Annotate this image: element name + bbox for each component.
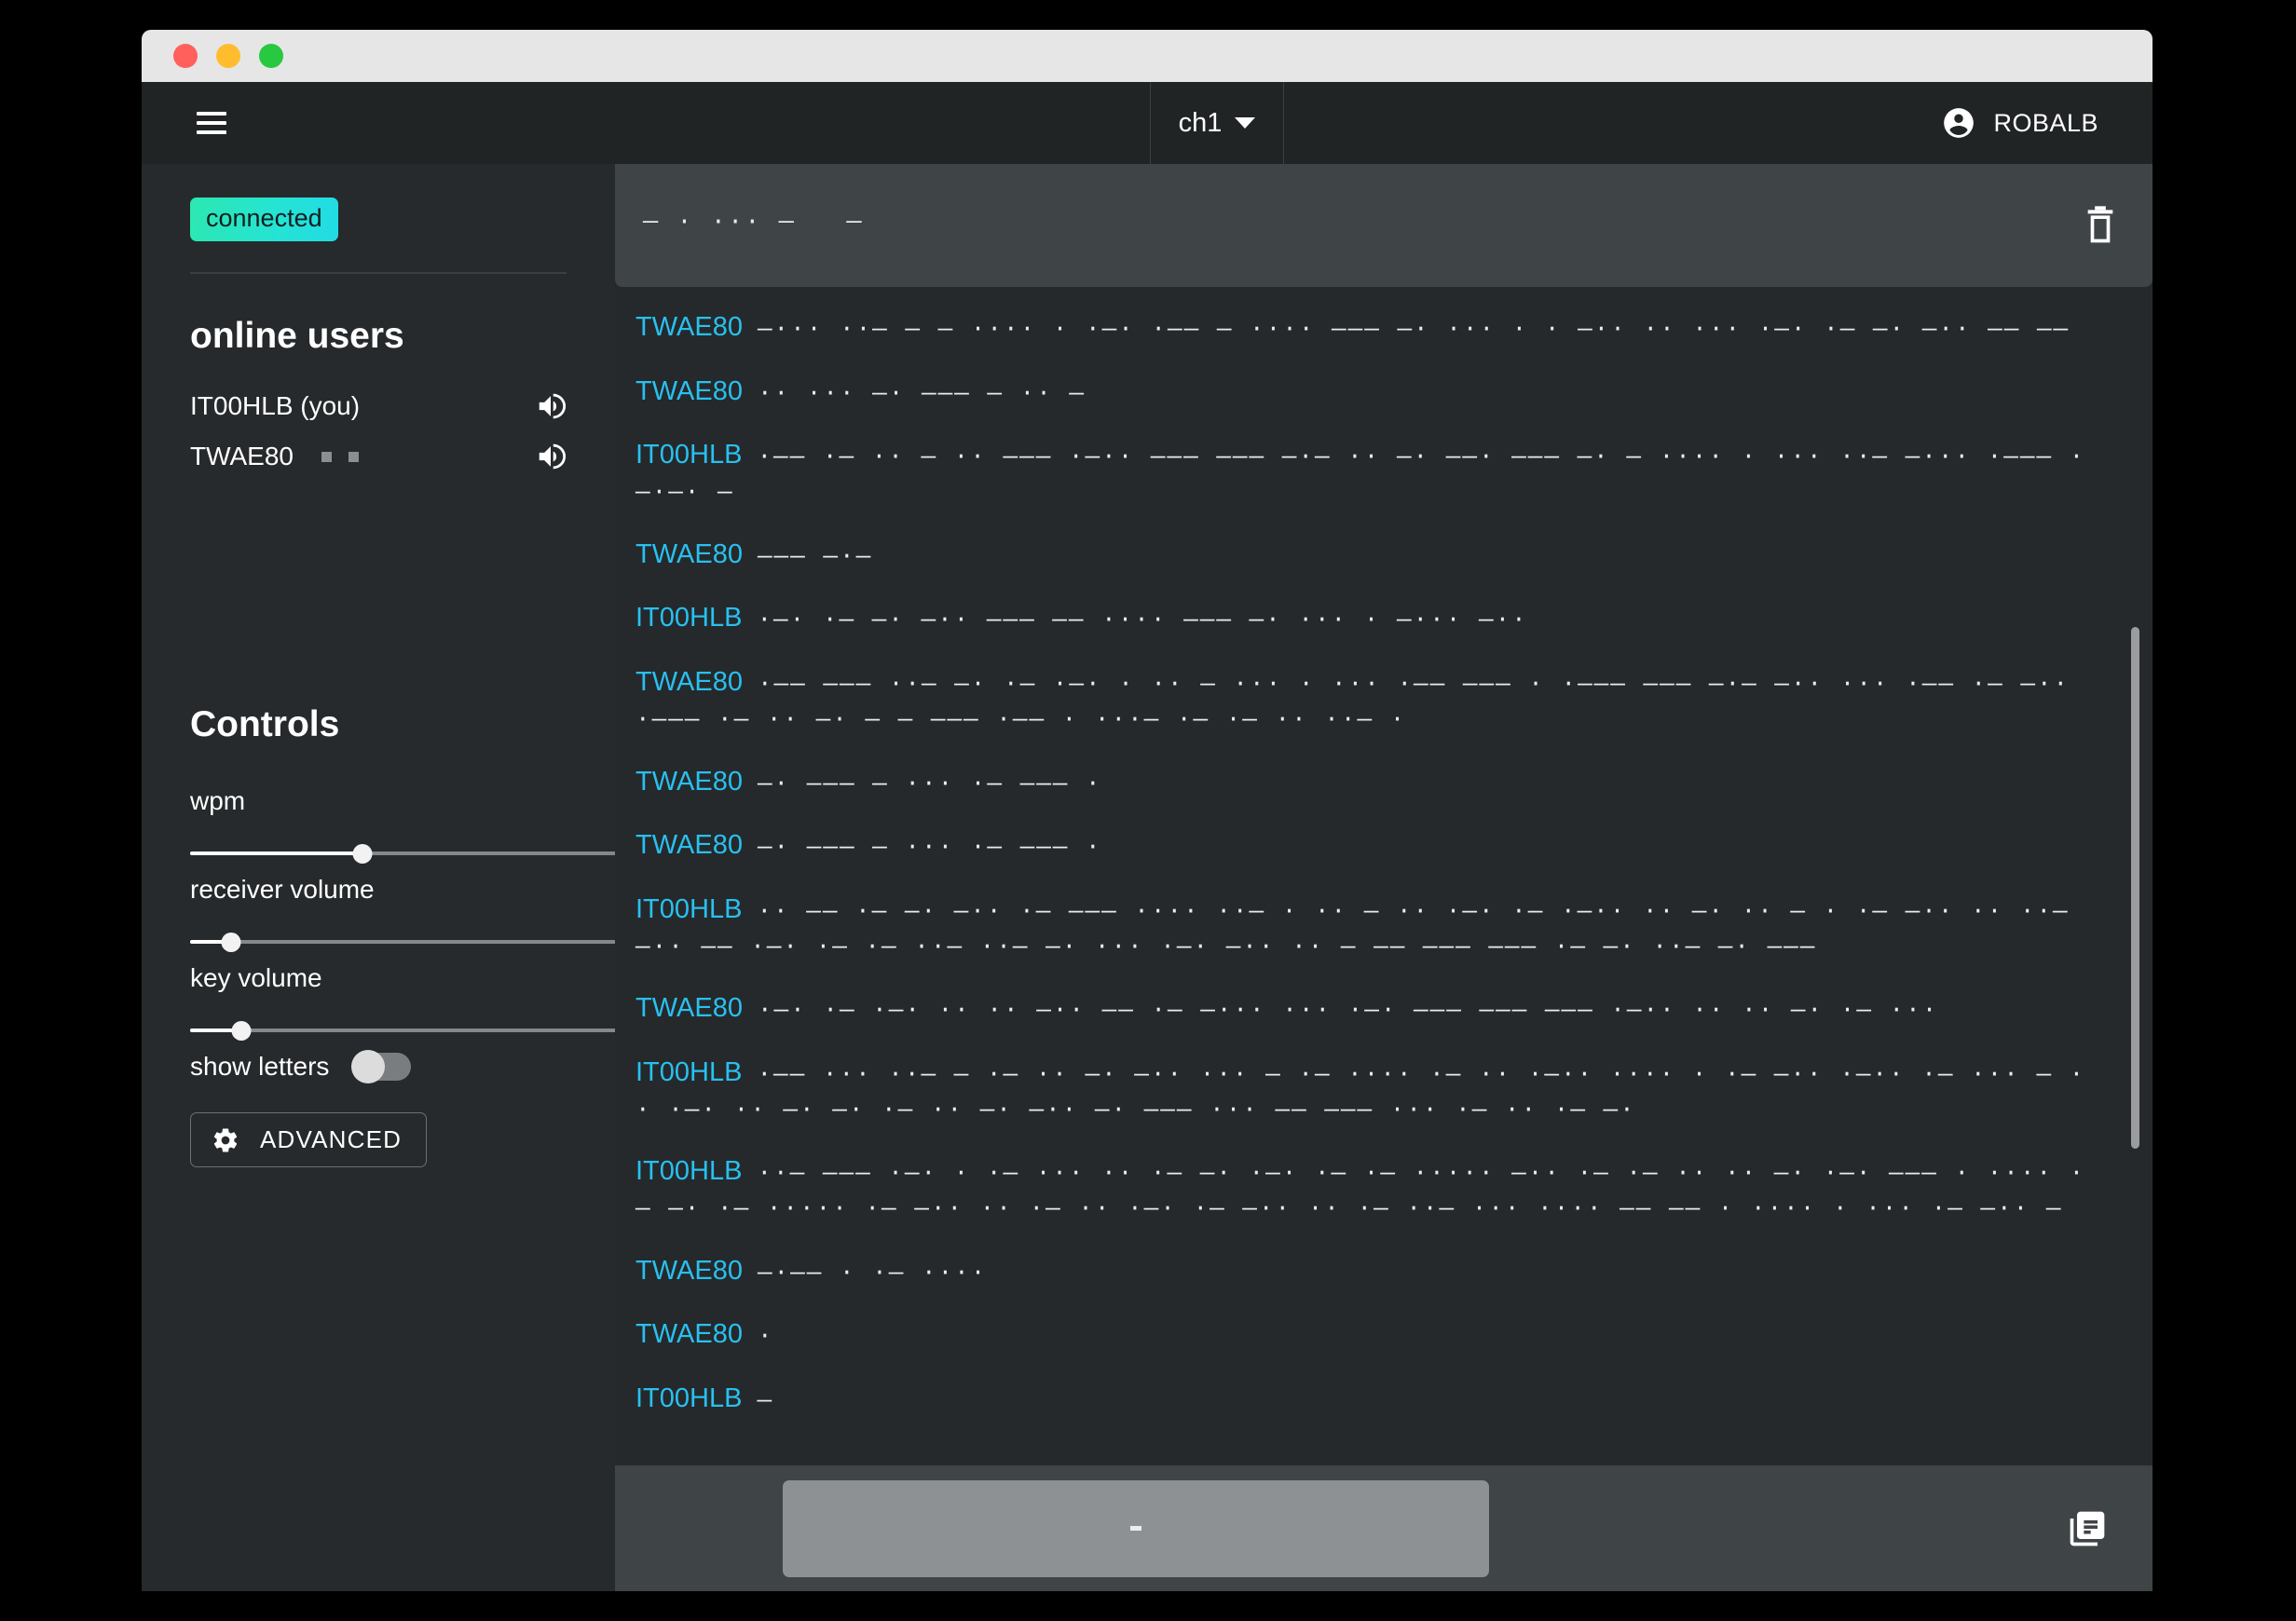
volume-up-icon[interactable]	[535, 443, 567, 470]
online-users-title: online users	[190, 316, 567, 357]
article-list-icon[interactable]	[2067, 1508, 2108, 1549]
chat-message: TWAE80 —··· ··— — — ···· · ·—· ·—— — ····…	[636, 307, 2095, 347]
gear-icon	[212, 1126, 239, 1154]
window-close-button[interactable]	[173, 44, 198, 68]
advanced-button-label: ADVANCED	[260, 1125, 402, 1154]
message-author: TWAE80	[636, 539, 743, 569]
chat-message: IT00HLB —	[636, 1379, 2095, 1419]
sidebar: connected online users IT00HLB (you) TWA…	[142, 164, 615, 1591]
message-morse: ·	[758, 1322, 774, 1350]
controls-title: Controls	[190, 704, 339, 745]
trash-icon[interactable]	[2082, 205, 2119, 246]
message-morse: ·—— ·— ·· — ·· ——— ·—·· ——— ——— —·— ·· —…	[636, 443, 2085, 506]
chat-scrollbar[interactable]	[2131, 627, 2139, 1149]
message-author: TWAE80	[636, 667, 743, 697]
message-author: TWAE80	[636, 312, 743, 342]
message-author: TWAE80	[636, 767, 743, 797]
chat-panel: — · ··· — — TWAE80 —··· ··— — — ···· · ·—…	[615, 164, 2152, 1591]
toggle-knob	[351, 1050, 385, 1083]
message-author: IT00HLB	[636, 894, 742, 924]
message-morse: ·· ··· —· ——— — ·· —	[758, 379, 1086, 407]
composer-preview-bar: — · ··· — —	[615, 164, 2152, 287]
account-username: ROBALB	[1993, 109, 2098, 138]
message-morse: ··— ——— ·—· · ·— ··· ·· ·— —· ·—· ·— ·— …	[636, 1159, 2085, 1222]
user-name: TWAE80	[190, 442, 294, 471]
chat-message: IT00HLB··— ——— ·—· · ·— ··· ·· ·— —· ·—·…	[636, 1151, 2095, 1226]
message-morse: ·—· ·— —· —·· ——— —— ···· ——— —· ··· · —…	[757, 606, 1527, 633]
slider-fill	[190, 851, 362, 855]
message-author: TWAE80	[636, 1256, 743, 1286]
chevron-down-icon	[1235, 117, 1255, 129]
message-morse: ·—— ··· ··— — ·— ·· —· —·· ··· — ·— ····…	[636, 1060, 2085, 1124]
advanced-button[interactable]: ADVANCED	[190, 1112, 427, 1167]
chat-message: TWAE80 —· ——— — ··· ·— ——— ·	[636, 762, 2095, 802]
chat-message: TWAE80 ——— —·—	[636, 535, 2095, 575]
show-letters-row: show letters	[190, 1052, 411, 1082]
volume-up-icon[interactable]	[535, 392, 567, 420]
message-author: IT00HLB	[636, 1057, 742, 1087]
account-menu[interactable]: ROBALB	[1941, 82, 2098, 164]
message-morse: ——— —·—	[758, 542, 872, 570]
message-morse: ·—— ——— ··— —· ·— ·—· · ·· — ··· · ··· ·…	[636, 670, 2070, 733]
message-morse: —·—— · ·— ····	[758, 1259, 987, 1287]
message-morse: —· ——— — ··· ·— ——— ·	[758, 770, 1102, 797]
slider-thumb[interactable]	[231, 1021, 251, 1041]
sidebar-divider	[190, 272, 567, 274]
slider-thumb[interactable]	[221, 933, 240, 952]
chat-message: TWAE80 —· ——— — ··· ·— ——— ·	[636, 825, 2095, 865]
message-list[interactable]: TWAE80 —··· ··— — — ···· · ·—· ·—— — ····…	[615, 287, 2152, 1465]
header-spacer	[281, 82, 1150, 164]
message-morse: ·· —— ·— —· —·· ·— ——— ···· ··— · ·· — ·…	[636, 897, 2070, 960]
chat-message: TWAE80 ·—· ·— ·—· ·· ·· —·· —— ·— —··· ··…	[636, 988, 2095, 1028]
chat-message: TWAE80 —·—— · ·— ····	[636, 1251, 2095, 1291]
message-morse: ·—· ·— ·—· ·· ·· —·· —— ·— —··· ··· ·—· …	[758, 996, 1938, 1024]
message-morse: —··· ··— — — ···· · ·—· ·—— — ···· ——— —…	[758, 315, 2070, 343]
account-circle-icon	[1941, 105, 1976, 141]
chat-message: IT00HLB·—— ··· ··— — ·— ·· —· —·· ··· — …	[636, 1053, 2095, 1127]
message-author: TWAE80	[636, 830, 743, 860]
browser-window: ch1 ROBALB connected online users IT00HL…	[142, 30, 2152, 1591]
status-badge: connected	[190, 198, 338, 241]
user-activity-indicator	[321, 452, 359, 462]
morse-key-button[interactable]	[783, 1480, 1489, 1577]
composer-preview-text: — · ··· — —	[643, 209, 864, 237]
app-header: ch1 ROBALB	[142, 82, 2152, 164]
message-morse: —· ——— — ··· ·— ——— ·	[758, 833, 1102, 861]
message-author: IT00HLB	[636, 603, 742, 633]
list-item[interactable]: IT00HLB (you)	[190, 391, 567, 421]
window-minimize-button[interactable]	[216, 44, 240, 68]
message-author: TWAE80	[636, 1319, 743, 1349]
show-letters-label: show letters	[190, 1052, 329, 1082]
message-author: IT00HLB	[636, 1156, 742, 1186]
app-body: connected online users IT00HLB (you) TWA…	[142, 164, 2152, 1591]
chat-message: TWAE80 ·· ··· —· ——— — ·· —	[636, 372, 2095, 412]
chat-message: IT00HLB ·—· ·— —· —·· ——— —— ···· ——— —· …	[636, 598, 2095, 638]
message-morse: —	[757, 1386, 773, 1414]
chat-footer	[615, 1465, 2152, 1591]
key-press-indicator	[1130, 1526, 1141, 1531]
window-maximize-button[interactable]	[259, 44, 283, 68]
channel-label: ch1	[1179, 108, 1223, 139]
message-author: TWAE80	[636, 993, 743, 1023]
chat-message: TWAE80 ·	[636, 1315, 2095, 1355]
user-name: IT00HLB (you)	[190, 391, 360, 421]
slider-thumb[interactable]	[353, 844, 373, 864]
channel-selector[interactable]: ch1	[1150, 82, 1284, 164]
window-titlebar	[142, 30, 2152, 82]
show-letters-toggle[interactable]	[353, 1053, 411, 1081]
chat-message: TWAE80·—— ——— ··— —· ·— ·—· · ·· — ··· ·…	[636, 662, 2095, 737]
chat-message: IT00HLB·—— ·— ·· — ·· ——— ·—·· ——— ——— —…	[636, 435, 2095, 510]
message-author: IT00HLB	[636, 440, 742, 470]
hamburger-menu-icon[interactable]	[142, 82, 281, 164]
message-author: TWAE80	[636, 376, 743, 406]
chat-message: IT00HLB·· —— ·— —· —·· ·— ——— ···· ··— ·…	[636, 890, 2095, 964]
message-author: IT00HLB	[636, 1383, 742, 1413]
list-item[interactable]: TWAE80	[190, 442, 567, 471]
